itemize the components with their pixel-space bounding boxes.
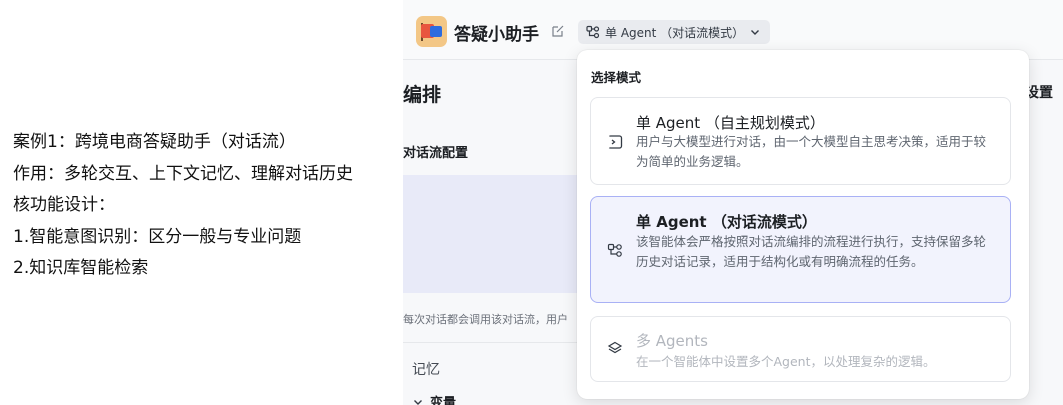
variable-label: 变量 — [430, 396, 457, 405]
edit-icon[interactable] — [551, 24, 565, 38]
chevron-down-icon — [414, 399, 422, 405]
workflow-icon — [586, 25, 600, 39]
layers-icon — [607, 341, 623, 354]
note-line: 案例1：跨境电商答疑助手（对话流） — [13, 132, 296, 152]
flow-config-box[interactable] — [403, 175, 593, 293]
flag-blue — [430, 26, 442, 37]
mode-selector-label: 单 Agent （对话流模式） — [605, 25, 745, 40]
annotation-notes: 案例1：跨境电商答疑助手（对话流） 作用：多轮交互、上下文记忆、理解对话历史 核… — [13, 127, 393, 285]
agent-editor-app: 答疑小助手 单 Agent （对话流模式） 编排 设置 对话流配置 每次对话都会… — [403, 0, 1063, 405]
divider — [403, 342, 593, 343]
flow-config-label: 对话流配置 — [403, 146, 469, 161]
mode-option-title: 单 Agent （自主规划模式） — [636, 114, 825, 132]
mode-option-single-agent-autonomous[interactable]: 单 Agent （自主规划模式） 用户与大模型进行对话，由一个大模型自主思考决策… — [590, 97, 1011, 185]
mode-option-single-agent-flow[interactable]: 单 Agent （对话流模式） 该智能体会严格按照对话流编排的流程进行执行，支持… — [590, 196, 1011, 303]
bot-avatar[interactable] — [416, 16, 447, 47]
chevron-down-icon — [751, 30, 760, 35]
memory-label: 记忆 — [412, 362, 440, 378]
note-line: 2.知识库智能检索 — [13, 258, 149, 278]
mode-option-title: 多 Agents — [636, 332, 708, 350]
mode-option-multi-agents[interactable]: 多 Agents 在一个智能体中设置多个Agent，以处理复杂的逻辑。 — [590, 316, 1011, 382]
section-title: 编排 — [403, 84, 442, 106]
mode-option-desc: 在一个智能体中设置多个Agent，以处理复杂的逻辑。 — [636, 354, 936, 369]
flow-hint-text: 每次对话都会调用该对话流，用户 — [403, 313, 568, 326]
mode-option-desc: 用户与大模型进行对话，由一个大模型自主思考决策，适用于较为简单的业务逻辑。 — [636, 134, 987, 169]
mode-option-title: 单 Agent （对话流模式） — [636, 213, 817, 231]
dropdown-title: 选择模式 — [591, 70, 642, 85]
mode-selector-button[interactable]: 单 Agent （对话流模式） — [578, 20, 771, 44]
bot-name: 答疑小助手 — [454, 25, 539, 45]
note-line: 作用：多轮交互、上下文记忆、理解对话历史 — [13, 163, 353, 184]
agent-terminal-icon — [607, 135, 623, 149]
mode-dropdown: 选择模式 单 Agent （自主规划模式） 用户与大模型进行对话，由一个大模型自… — [577, 50, 1029, 399]
note-line: 1.智能意图识别：区分一般与专业问题 — [13, 226, 302, 247]
mode-option-desc: 该智能体会严格按照对话流编排的流程进行执行，支持保留多轮历史对话记录，适用于结构… — [636, 234, 987, 269]
note-line: 核功能设计： — [13, 195, 115, 215]
workflow-icon — [607, 243, 622, 257]
settings-label-partial[interactable]: 设置 — [1025, 82, 1053, 102]
variable-row[interactable]: 变量 — [412, 392, 456, 405]
